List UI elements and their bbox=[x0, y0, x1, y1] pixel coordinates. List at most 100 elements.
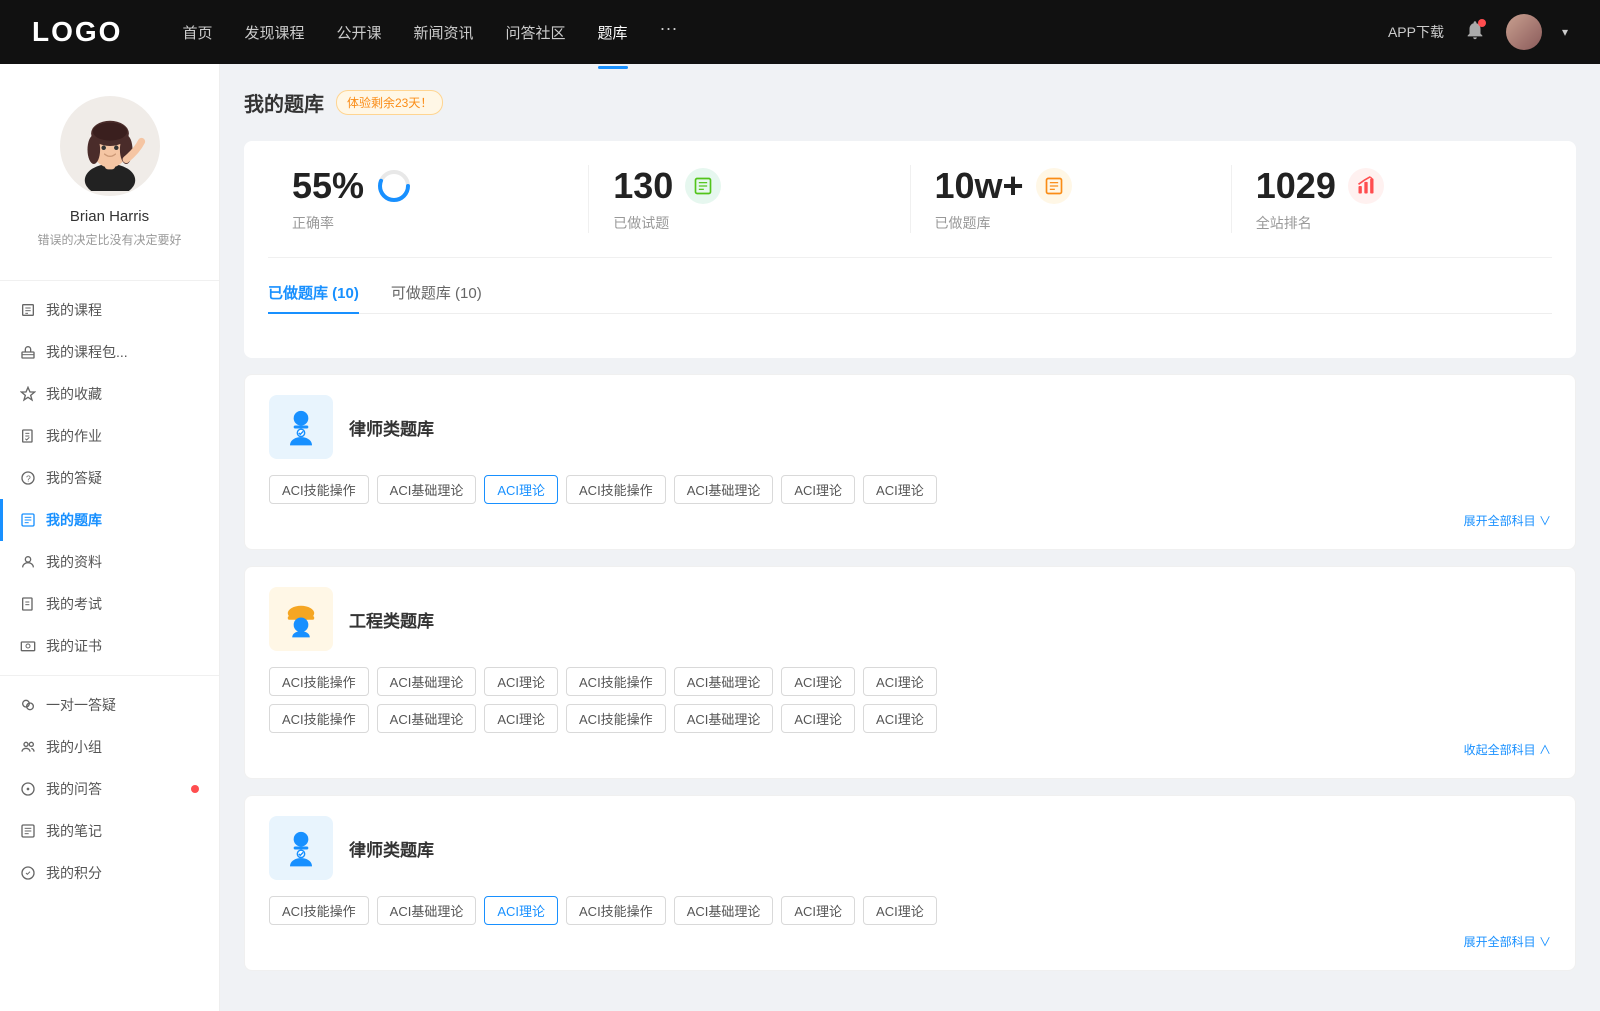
tab-available-banks[interactable]: 可做题库 (10) bbox=[391, 282, 482, 313]
points-icon bbox=[20, 865, 36, 881]
bank-tag[interactable]: ACI技能操作 bbox=[566, 475, 666, 504]
note-icon bbox=[20, 823, 36, 839]
bank-tag[interactable]: ACI技能操作 bbox=[566, 667, 666, 696]
stat-accuracy-label: 正确率 bbox=[292, 215, 334, 231]
nav-app-download[interactable]: APP下载 bbox=[1388, 22, 1444, 42]
stat-accuracy: 55% 正确率 bbox=[268, 165, 589, 233]
nav-logo: LOGO bbox=[32, 16, 122, 48]
bank-tag[interactable]: ACI技能操作 bbox=[566, 896, 666, 925]
bank-tag[interactable]: ACI技能操作 bbox=[269, 475, 369, 504]
bank-tag[interactable]: ACI理论 bbox=[781, 475, 855, 504]
nav-bell-button[interactable] bbox=[1464, 19, 1486, 46]
navbar: LOGO 首页 发现课程 公开课 新闻资讯 问答社区 题库 ··· APP下载 … bbox=[0, 0, 1600, 64]
bank-tag[interactable]: ACI基础理论 bbox=[674, 475, 774, 504]
bank-tag[interactable]: ACI技能操作 bbox=[269, 896, 369, 925]
stats-card: 55% 正确率 130 bbox=[244, 141, 1576, 358]
nav-more[interactable]: ··· bbox=[660, 18, 678, 47]
bank-tag[interactable]: ACI理论 bbox=[781, 704, 855, 733]
question-icon: ? bbox=[20, 470, 36, 486]
stat-rank-row: 1029 bbox=[1256, 165, 1528, 207]
star-icon bbox=[20, 386, 36, 402]
nav-chevron-icon[interactable]: ▾ bbox=[1562, 25, 1568, 39]
bank-tag[interactable]: ACI理论 bbox=[863, 704, 937, 733]
trial-badge: 体验剩余23天！ bbox=[336, 90, 443, 115]
nav-qa[interactable]: 问答社区 bbox=[506, 18, 566, 47]
sidebar-label-favorites: 我的收藏 bbox=[46, 384, 199, 404]
bank-tag[interactable]: ACI基础理论 bbox=[674, 704, 774, 733]
stat-questions-done: 130 已做试题 bbox=[589, 165, 910, 233]
sidebar-label-profile: 我的资料 bbox=[46, 552, 199, 572]
bank-tag[interactable]: ACI理论 bbox=[863, 667, 937, 696]
bank-card-1-expand[interactable]: 展开全部科目 ∨ bbox=[269, 512, 1551, 529]
bank-icon-lawyer-1 bbox=[269, 395, 333, 459]
cert-icon bbox=[20, 638, 36, 654]
nav-home[interactable]: 首页 bbox=[182, 18, 212, 47]
bank-tag[interactable]: ACI基础理论 bbox=[377, 704, 477, 733]
bank-card-1: 律师类题库 ACI技能操作 ACI基础理论 ACI理论 ACI技能操作 ACI基… bbox=[244, 374, 1576, 550]
bank-tag[interactable]: ACI基础理论 bbox=[377, 475, 477, 504]
bank-tag[interactable]: ACI技能操作 bbox=[269, 667, 369, 696]
stat-questions-row: 130 bbox=[613, 165, 885, 207]
sidebar-item-profile[interactable]: 我的资料 bbox=[0, 541, 219, 583]
sidebar-label-course: 我的课程 bbox=[46, 300, 199, 320]
sidebar-item-exam[interactable]: 我的考试 bbox=[0, 583, 219, 625]
stat-rank-label: 全站排名 bbox=[1256, 215, 1312, 231]
bank-tag[interactable]: ACI理论 bbox=[781, 896, 855, 925]
bank-card-1-title: 律师类题库 bbox=[349, 415, 434, 440]
tab-done-banks[interactable]: 已做题库 (10) bbox=[268, 282, 359, 313]
sidebar-item-cert[interactable]: 我的证书 bbox=[0, 625, 219, 667]
sidebar-item-favorites[interactable]: 我的收藏 bbox=[0, 373, 219, 415]
bank-card-1-info: 律师类题库 bbox=[349, 415, 434, 440]
nav-open-course[interactable]: 公开课 bbox=[336, 18, 381, 47]
bank-card-1-tags: ACI技能操作 ACI基础理论 ACI理论 ACI技能操作 ACI基础理论 AC… bbox=[269, 475, 1551, 504]
sidebar-item-points[interactable]: 我的积分 bbox=[0, 852, 219, 894]
stat-accuracy-value: 55% bbox=[292, 165, 364, 207]
nav-news[interactable]: 新闻资讯 bbox=[414, 18, 474, 47]
bank-tag[interactable]: ACI基础理论 bbox=[674, 896, 774, 925]
sidebar-item-answers[interactable]: 我的问答 bbox=[0, 768, 219, 810]
bank-tag[interactable]: ACI理论 bbox=[484, 667, 558, 696]
bank-tag-active[interactable]: ACI理论 bbox=[484, 896, 558, 925]
sidebar-item-course[interactable]: 我的课程 bbox=[0, 289, 219, 331]
nav-avatar[interactable] bbox=[1506, 14, 1542, 50]
bank-tag[interactable]: ACI技能操作 bbox=[566, 704, 666, 733]
sidebar-item-notes[interactable]: 我的笔记 bbox=[0, 810, 219, 852]
page-title: 我的题库 bbox=[244, 88, 324, 117]
bank-card-2-header: 工程类题库 bbox=[269, 587, 1551, 651]
stats-row: 55% 正确率 130 bbox=[268, 165, 1552, 258]
bank-card-2-title: 工程类题库 bbox=[349, 607, 434, 632]
nav-discover[interactable]: 发现课程 bbox=[244, 18, 304, 47]
bank-icon bbox=[20, 512, 36, 528]
sidebar-item-qa[interactable]: ? 我的答疑 bbox=[0, 457, 219, 499]
sidebar-item-bank[interactable]: 我的题库 bbox=[0, 499, 219, 541]
chart-red-icon bbox=[1348, 168, 1384, 204]
package-icon bbox=[20, 344, 36, 360]
bank-tag[interactable]: ACI基础理论 bbox=[377, 667, 477, 696]
sidebar-profile: Brian Harris 错误的决定比没有决定要好 bbox=[0, 96, 219, 272]
bank-card-2-collapse[interactable]: 收起全部科目 ∧ bbox=[269, 741, 1551, 758]
nav-bank[interactable]: 题库 bbox=[598, 18, 628, 47]
bank-tag[interactable]: ACI基础理论 bbox=[674, 667, 774, 696]
sidebar-item-one-on-one[interactable]: 一对一答疑 bbox=[0, 684, 219, 726]
donut-chart bbox=[376, 168, 412, 204]
sidebar-item-homework[interactable]: 我的作业 bbox=[0, 415, 219, 457]
bank-tag[interactable]: ACI理论 bbox=[863, 896, 937, 925]
sidebar-item-package[interactable]: 我的课程包... bbox=[0, 331, 219, 373]
bank-tag-active[interactable]: ACI理论 bbox=[484, 475, 558, 504]
bank-card-3-expand[interactable]: 展开全部科目 ∨ bbox=[269, 933, 1551, 950]
bank-tag[interactable]: ACI理论 bbox=[863, 475, 937, 504]
avatar-image bbox=[65, 101, 155, 191]
sidebar-item-group[interactable]: 我的小组 bbox=[0, 726, 219, 768]
bank-card-3-info: 律师类题库 bbox=[349, 836, 434, 861]
answer-icon bbox=[20, 781, 36, 797]
list-green-icon bbox=[685, 168, 721, 204]
bank-tag[interactable]: ACI理论 bbox=[484, 704, 558, 733]
sidebar-label-answers: 我的问答 bbox=[46, 779, 179, 799]
bank-tag[interactable]: ACI基础理论 bbox=[377, 896, 477, 925]
sidebar-label-qa: 我的答疑 bbox=[46, 468, 199, 488]
bank-icon-engineer bbox=[269, 587, 333, 651]
bank-tag[interactable]: ACI理论 bbox=[781, 667, 855, 696]
qa-icon bbox=[20, 697, 36, 713]
bank-tag[interactable]: ACI技能操作 bbox=[269, 704, 369, 733]
tabs-row: 已做题库 (10) 可做题库 (10) bbox=[268, 282, 1552, 314]
